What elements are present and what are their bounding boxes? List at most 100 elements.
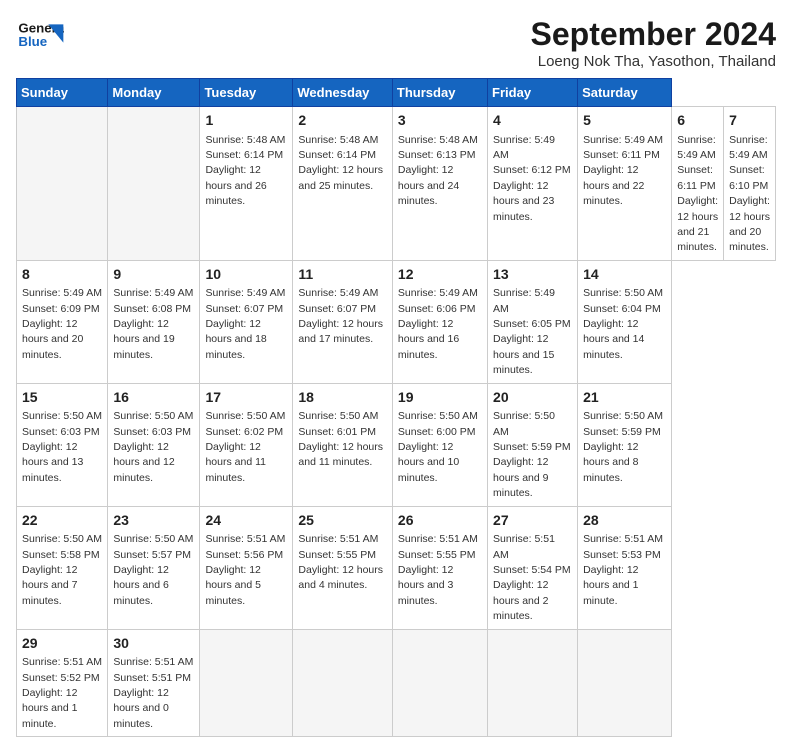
day-info: Sunrise: 5:49 AMSunset: 6:05 PMDaylight:… bbox=[493, 287, 571, 376]
day-cell-1: 1 Sunrise: 5:48 AMSunset: 6:14 PMDayligh… bbox=[200, 107, 293, 261]
day-cell-19: 19 Sunrise: 5:50 AMSunset: 6:00 PMDaylig… bbox=[392, 383, 487, 506]
day-number: 11 bbox=[298, 265, 387, 285]
day-cell-11: 11 Sunrise: 5:49 AMSunset: 6:07 PMDaylig… bbox=[293, 260, 393, 383]
day-info: Sunrise: 5:49 AMSunset: 6:11 PMDaylight:… bbox=[583, 134, 663, 208]
day-cell-22: 22 Sunrise: 5:50 AMSunset: 5:58 PMDaylig… bbox=[17, 506, 108, 629]
day-number: 14 bbox=[583, 265, 666, 285]
day-info: Sunrise: 5:50 AMSunset: 5:59 PMDaylight:… bbox=[583, 410, 663, 484]
calendar-week-4: 29 Sunrise: 5:51 AMSunset: 5:52 PMDaylig… bbox=[17, 629, 776, 737]
day-cell-3: 3 Sunrise: 5:48 AMSunset: 6:13 PMDayligh… bbox=[392, 107, 487, 261]
day-cell-27: 27 Sunrise: 5:51 AMSunset: 5:54 PMDaylig… bbox=[488, 506, 578, 629]
day-number: 13 bbox=[493, 265, 572, 285]
day-number: 18 bbox=[298, 388, 387, 408]
day-cell-8: 8 Sunrise: 5:49 AMSunset: 6:09 PMDayligh… bbox=[17, 260, 108, 383]
day-info: Sunrise: 5:49 AMSunset: 6:07 PMDaylight:… bbox=[205, 287, 285, 361]
day-cell-4: 4 Sunrise: 5:49 AMSunset: 6:12 PMDayligh… bbox=[488, 107, 578, 261]
empty-cell bbox=[200, 629, 293, 737]
day-number: 28 bbox=[583, 511, 666, 531]
day-info: Sunrise: 5:51 AMSunset: 5:53 PMDaylight:… bbox=[583, 533, 663, 607]
location-label: Loeng Nok Tha, Yasothon, Thailand bbox=[531, 53, 776, 70]
day-info: Sunrise: 5:49 AMSunset: 6:08 PMDaylight:… bbox=[113, 287, 193, 361]
day-cell-21: 21 Sunrise: 5:50 AMSunset: 5:59 PMDaylig… bbox=[578, 383, 672, 506]
day-number: 27 bbox=[493, 511, 572, 531]
day-number: 1 bbox=[205, 111, 287, 131]
day-info: Sunrise: 5:51 AMSunset: 5:51 PMDaylight:… bbox=[113, 656, 193, 730]
day-cell-12: 12 Sunrise: 5:49 AMSunset: 6:06 PMDaylig… bbox=[392, 260, 487, 383]
weekday-header-saturday: Saturday bbox=[578, 79, 672, 107]
day-info: Sunrise: 5:50 AMSunset: 6:02 PMDaylight:… bbox=[205, 410, 285, 484]
day-info: Sunrise: 5:50 AMSunset: 6:03 PMDaylight:… bbox=[113, 410, 193, 484]
weekday-header-sunday: Sunday bbox=[17, 79, 108, 107]
title-block: September 2024 Loeng Nok Tha, Yasothon, … bbox=[531, 16, 776, 70]
day-info: Sunrise: 5:50 AMSunset: 5:59 PMDaylight:… bbox=[493, 410, 571, 499]
weekday-header-wednesday: Wednesday bbox=[293, 79, 393, 107]
day-info: Sunrise: 5:50 AMSunset: 6:01 PMDaylight:… bbox=[298, 410, 383, 468]
logo: General Blue bbox=[16, 16, 64, 56]
day-number: 23 bbox=[113, 511, 194, 531]
day-number: 10 bbox=[205, 265, 287, 285]
day-cell-24: 24 Sunrise: 5:51 AMSunset: 5:56 PMDaylig… bbox=[200, 506, 293, 629]
day-cell-2: 2 Sunrise: 5:48 AMSunset: 6:14 PMDayligh… bbox=[293, 107, 393, 261]
calendar-week-3: 22 Sunrise: 5:50 AMSunset: 5:58 PMDaylig… bbox=[17, 506, 776, 629]
calendar-week-2: 15 Sunrise: 5:50 AMSunset: 6:03 PMDaylig… bbox=[17, 383, 776, 506]
day-number: 4 bbox=[493, 111, 572, 131]
day-number: 3 bbox=[398, 111, 482, 131]
day-number: 15 bbox=[22, 388, 102, 408]
day-info: Sunrise: 5:50 AMSunset: 5:57 PMDaylight:… bbox=[113, 533, 193, 607]
day-cell-5: 5 Sunrise: 5:49 AMSunset: 6:11 PMDayligh… bbox=[578, 107, 672, 261]
day-info: Sunrise: 5:49 AMSunset: 6:11 PMDaylight:… bbox=[677, 134, 718, 254]
day-cell-9: 9 Sunrise: 5:49 AMSunset: 6:08 PMDayligh… bbox=[108, 260, 200, 383]
day-number: 26 bbox=[398, 511, 482, 531]
empty-cell bbox=[17, 107, 108, 261]
day-number: 12 bbox=[398, 265, 482, 285]
day-cell-29: 29 Sunrise: 5:51 AMSunset: 5:52 PMDaylig… bbox=[17, 629, 108, 737]
day-info: Sunrise: 5:50 AMSunset: 6:03 PMDaylight:… bbox=[22, 410, 102, 484]
day-info: Sunrise: 5:49 AMSunset: 6:06 PMDaylight:… bbox=[398, 287, 478, 361]
day-cell-26: 26 Sunrise: 5:51 AMSunset: 5:55 PMDaylig… bbox=[392, 506, 487, 629]
day-number: 6 bbox=[677, 111, 718, 131]
day-number: 5 bbox=[583, 111, 666, 131]
empty-cell bbox=[488, 629, 578, 737]
day-cell-17: 17 Sunrise: 5:50 AMSunset: 6:02 PMDaylig… bbox=[200, 383, 293, 506]
day-number: 22 bbox=[22, 511, 102, 531]
month-year-title: September 2024 bbox=[531, 16, 776, 53]
day-cell-6: 6 Sunrise: 5:49 AMSunset: 6:11 PMDayligh… bbox=[672, 107, 724, 261]
weekday-header-thursday: Thursday bbox=[392, 79, 487, 107]
day-cell-23: 23 Sunrise: 5:50 AMSunset: 5:57 PMDaylig… bbox=[108, 506, 200, 629]
empty-cell bbox=[578, 629, 672, 737]
calendar-week-0: 1 Sunrise: 5:48 AMSunset: 6:14 PMDayligh… bbox=[17, 107, 776, 261]
day-number: 9 bbox=[113, 265, 194, 285]
day-info: Sunrise: 5:48 AMSunset: 6:14 PMDaylight:… bbox=[298, 134, 383, 192]
day-info: Sunrise: 5:50 AMSunset: 5:58 PMDaylight:… bbox=[22, 533, 102, 607]
day-info: Sunrise: 5:51 AMSunset: 5:55 PMDaylight:… bbox=[298, 533, 383, 591]
day-cell-20: 20 Sunrise: 5:50 AMSunset: 5:59 PMDaylig… bbox=[488, 383, 578, 506]
day-info: Sunrise: 5:48 AMSunset: 6:14 PMDaylight:… bbox=[205, 134, 285, 208]
empty-cell bbox=[392, 629, 487, 737]
day-number: 7 bbox=[729, 111, 770, 131]
day-cell-13: 13 Sunrise: 5:49 AMSunset: 6:05 PMDaylig… bbox=[488, 260, 578, 383]
day-info: Sunrise: 5:51 AMSunset: 5:54 PMDaylight:… bbox=[493, 533, 571, 622]
day-info: Sunrise: 5:51 AMSunset: 5:52 PMDaylight:… bbox=[22, 656, 102, 730]
day-info: Sunrise: 5:48 AMSunset: 6:13 PMDaylight:… bbox=[398, 134, 478, 208]
day-info: Sunrise: 5:49 AMSunset: 6:09 PMDaylight:… bbox=[22, 287, 102, 361]
day-cell-16: 16 Sunrise: 5:50 AMSunset: 6:03 PMDaylig… bbox=[108, 383, 200, 506]
day-number: 2 bbox=[298, 111, 387, 131]
empty-cell bbox=[293, 629, 393, 737]
day-info: Sunrise: 5:49 AMSunset: 6:12 PMDaylight:… bbox=[493, 134, 571, 223]
calendar-week-1: 8 Sunrise: 5:49 AMSunset: 6:09 PMDayligh… bbox=[17, 260, 776, 383]
day-cell-7: 7 Sunrise: 5:49 AMSunset: 6:10 PMDayligh… bbox=[724, 107, 776, 261]
day-info: Sunrise: 5:50 AMSunset: 6:04 PMDaylight:… bbox=[583, 287, 663, 361]
day-number: 30 bbox=[113, 634, 194, 654]
day-info: Sunrise: 5:51 AMSunset: 5:56 PMDaylight:… bbox=[205, 533, 285, 607]
day-cell-30: 30 Sunrise: 5:51 AMSunset: 5:51 PMDaylig… bbox=[108, 629, 200, 737]
day-number: 8 bbox=[22, 265, 102, 285]
day-info: Sunrise: 5:49 AMSunset: 6:07 PMDaylight:… bbox=[298, 287, 383, 345]
weekday-header-tuesday: Tuesday bbox=[200, 79, 293, 107]
day-cell-14: 14 Sunrise: 5:50 AMSunset: 6:04 PMDaylig… bbox=[578, 260, 672, 383]
page-header: General Blue September 2024 Loeng Nok Th… bbox=[16, 16, 776, 70]
day-number: 17 bbox=[205, 388, 287, 408]
calendar-table: SundayMondayTuesdayWednesdayThursdayFrid… bbox=[16, 78, 776, 737]
day-cell-28: 28 Sunrise: 5:51 AMSunset: 5:53 PMDaylig… bbox=[578, 506, 672, 629]
day-cell-25: 25 Sunrise: 5:51 AMSunset: 5:55 PMDaylig… bbox=[293, 506, 393, 629]
day-info: Sunrise: 5:51 AMSunset: 5:55 PMDaylight:… bbox=[398, 533, 478, 607]
